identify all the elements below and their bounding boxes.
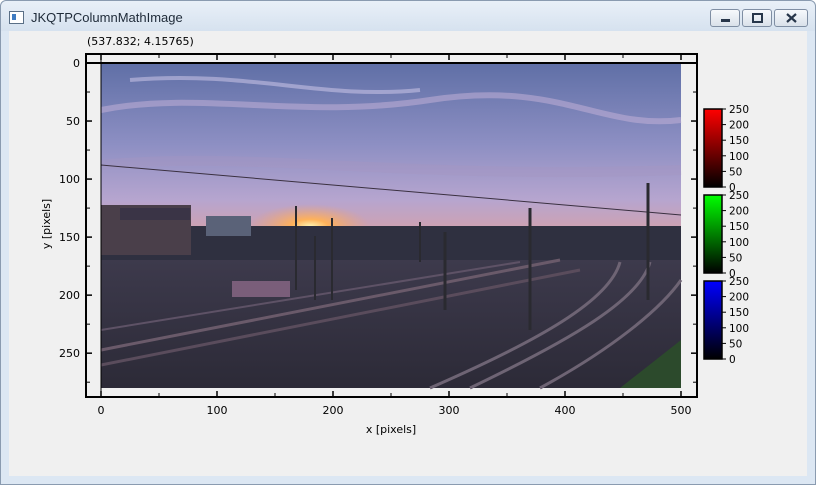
app-window: JKQTPColumnMathImage (537.832; 4.15765) xyxy=(0,0,816,485)
colorbar-tick-label: 200 xyxy=(729,120,749,132)
colorbar-blue-channel xyxy=(703,280,723,360)
colorbar-tick-label: 150 xyxy=(729,221,749,233)
colorbar-tick-label: 0 xyxy=(729,354,736,366)
colorbar-tick-label: 150 xyxy=(729,135,749,147)
y-tick-label: 200 xyxy=(59,289,80,302)
y-tick-label: 250 xyxy=(59,347,80,360)
y-axis-label: y [pixels] xyxy=(40,199,53,249)
colorbar-tick-label: 50 xyxy=(729,252,742,264)
x-tick-label: 300 xyxy=(439,404,460,417)
colorbar-tick-label: 100 xyxy=(729,151,749,163)
colorbar-group: 2502001501005002502001501005002502001501… xyxy=(703,104,749,366)
y-tick-label: 150 xyxy=(59,231,80,244)
y-tick-label: 0 xyxy=(73,57,80,70)
colorbar-red-channel xyxy=(703,108,723,188)
colorbar-tick-label: 150 xyxy=(729,307,749,319)
y-tick-label: 50 xyxy=(66,115,80,128)
colorbar-tick-label: 250 xyxy=(729,190,749,202)
image-plot xyxy=(100,63,683,390)
colorbar-tick-label: 250 xyxy=(729,276,749,288)
colorbar-tick-label: 100 xyxy=(729,323,749,335)
x-tick-label: 500 xyxy=(671,404,692,417)
colorbar-tick-label: 50 xyxy=(729,166,742,178)
x-tick-label: 400 xyxy=(555,404,576,417)
colorbar-tick-label: 200 xyxy=(729,206,749,218)
colorbar-green-channel xyxy=(703,194,723,274)
x-tick-label: 200 xyxy=(323,404,344,417)
x-tick-label: 0 xyxy=(98,404,105,417)
colorbar-tick-label: 250 xyxy=(729,104,749,116)
colorbar-tick-label: 200 xyxy=(729,292,749,304)
x-tick-label: 100 xyxy=(207,404,228,417)
colorbar-tick-label: 100 xyxy=(729,237,749,249)
y-tick-label: 100 xyxy=(59,173,80,186)
x-axis-label: x [pixels] xyxy=(366,423,416,436)
plot-canvas[interactable]: 0 100 200 300 400 500050100150200250 x [pixel… xyxy=(0,0,816,485)
colorbar-tick-label: 50 xyxy=(729,338,742,350)
